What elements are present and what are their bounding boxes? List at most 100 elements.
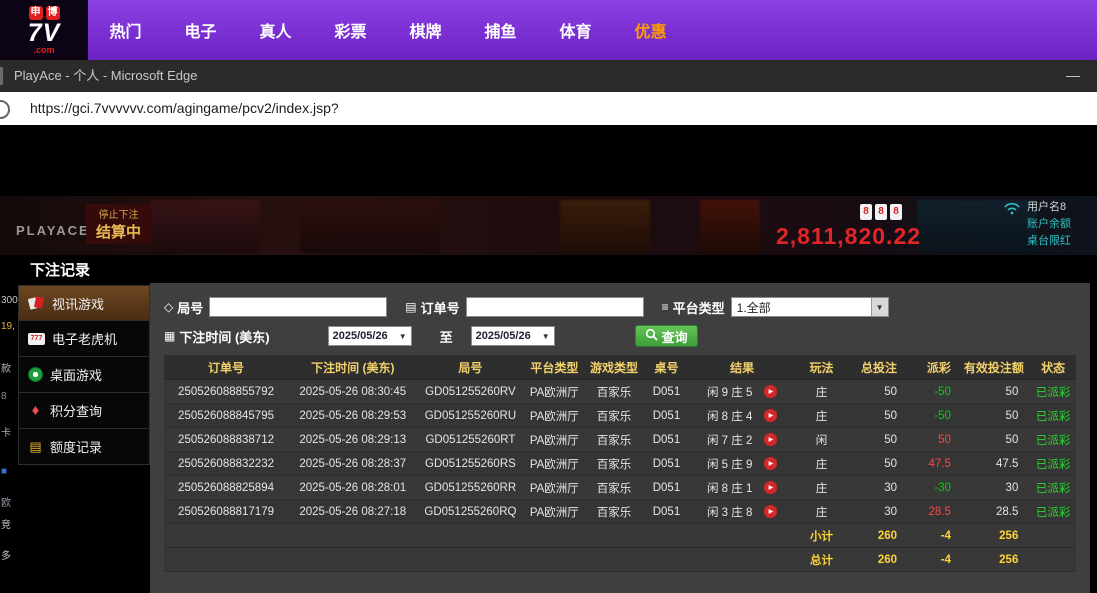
- result-text: 闲 9 庄 5: [707, 384, 752, 400]
- play-icon[interactable]: ▶: [764, 481, 777, 494]
- table-row[interactable]: 250526088845795 2025-05-26 08:29:53 GD05…: [164, 404, 1076, 428]
- platform-label: 平台类型: [673, 298, 725, 317]
- main-nav: 热门 电子 真人 彩票 棋牌 捕鱼 体育 优惠: [88, 0, 688, 60]
- window-edge-sliver: [0, 67, 3, 85]
- cell-play: 庄: [794, 476, 849, 500]
- minimize-button[interactable]: —: [1059, 60, 1087, 90]
- table-row[interactable]: 250526088817179 2025-05-26 08:27:18 GD05…: [164, 500, 1076, 524]
- cell-game: 百家乐: [585, 452, 642, 476]
- chevron-down-icon[interactable]: ▼: [871, 298, 888, 316]
- platform-select[interactable]: 1.全部 ▼: [731, 297, 889, 317]
- cell-play: 庄: [794, 452, 849, 476]
- table-row[interactable]: 250526088855792 2025-05-26 08:30:45 GD05…: [164, 380, 1076, 404]
- search-button[interactable]: 查询: [635, 325, 698, 347]
- nav-promo[interactable]: 优惠: [613, 18, 688, 42]
- nav-live[interactable]: 真人: [238, 18, 313, 42]
- chevron-down-icon: ▼: [542, 332, 550, 341]
- sidebar-item-video-games[interactable]: 视讯游戏: [18, 285, 150, 321]
- panel-title: 下注记录: [30, 259, 90, 280]
- cell-total: 30: [849, 476, 909, 500]
- card-icon: 8: [890, 204, 902, 220]
- to-label: 至: [440, 327, 453, 346]
- play-icon[interactable]: ▶: [764, 409, 777, 422]
- cards-888: 8 8 8: [860, 204, 902, 220]
- col-status: 状态: [1030, 355, 1076, 380]
- logo-brand: 7V: [28, 21, 61, 45]
- banner-art: [150, 200, 260, 253]
- date-to-value: 2025/05/26: [476, 330, 531, 342]
- cell-table: D051: [643, 452, 690, 476]
- subtotal-row: 小计 260 -4 256: [164, 524, 1076, 548]
- nav-cards[interactable]: 棋牌: [388, 18, 463, 42]
- subtotal-label: 小计: [794, 524, 849, 548]
- top-nav: 申 博 7V .com 热门 电子 真人 彩票 棋牌 捕鱼 体育 优惠: [0, 0, 1097, 60]
- address-bar[interactable]: https://gci.7vvvvvv.com/agingame/pcv2/in…: [0, 92, 1097, 125]
- cell-total: 50: [849, 452, 909, 476]
- nav-hot[interactable]: 热门: [88, 18, 163, 42]
- col-platform: 平台类型: [523, 355, 585, 380]
- cell-total: 50: [849, 404, 909, 428]
- sidebar-item-label: 额度记录: [50, 437, 102, 456]
- cell-play: 庄: [794, 380, 849, 404]
- nav-slots[interactable]: 电子: [163, 18, 238, 42]
- cell-game: 百家乐: [585, 380, 642, 404]
- table-limit-label: 桌台限红: [1027, 233, 1097, 250]
- round-input[interactable]: [209, 297, 387, 317]
- col-total: 总投注: [849, 355, 909, 380]
- sidebar-item-table-games[interactable]: 桌面游戏: [18, 357, 150, 393]
- platform-icon: ≡: [662, 300, 669, 314]
- table-row[interactable]: 250526088825894 2025-05-26 08:28:01 GD05…: [164, 476, 1076, 500]
- nav-lottery[interactable]: 彩票: [313, 18, 388, 42]
- play-icon[interactable]: ▶: [764, 505, 777, 518]
- play-icon[interactable]: ▶: [764, 457, 777, 470]
- col-game: 游戏类型: [585, 355, 642, 380]
- result-text: 闲 8 庄 1: [707, 480, 752, 496]
- platform-filter: ≡ 平台类型 1.全部 ▼: [662, 297, 889, 317]
- cell-payout: 50: [909, 428, 963, 452]
- play-icon[interactable]: ▶: [764, 385, 777, 398]
- order-input[interactable]: [466, 297, 644, 317]
- sidebar-item-quota[interactable]: ▤ 额度记录: [18, 429, 150, 465]
- cell-result: 闲 3 庄 8 ▶: [690, 500, 794, 524]
- col-result: 结果: [690, 355, 794, 380]
- order-filter: ▤ 订单号: [405, 297, 643, 317]
- cell-valid: 28.5: [963, 500, 1030, 524]
- cell-result: 闲 7 庄 2 ▶: [690, 428, 794, 452]
- sidebar-item-label: 积分查询: [50, 401, 102, 420]
- cell-play: 庄: [794, 500, 849, 524]
- play-icon[interactable]: ▶: [764, 433, 777, 446]
- cell-time: 2025-05-26 08:27:18: [288, 500, 418, 524]
- round-filter: ◇ 局号: [164, 297, 387, 317]
- date-from-select[interactable]: 2025/05/26 ▼: [328, 326, 412, 346]
- reload-icon[interactable]: [0, 100, 10, 119]
- table-row[interactable]: 250526088832232 2025-05-26 08:28:37 GD05…: [164, 452, 1076, 476]
- cell-round: GD051255260RR: [418, 476, 524, 500]
- cards-icon: [28, 296, 45, 311]
- bet-time-filter: ▦ 下注时间 (美东): [164, 327, 270, 346]
- screen: 申 博 7V .com 热门 电子 真人 彩票 棋牌 捕鱼 体育 优惠 Play…: [0, 0, 1097, 593]
- col-round: 局号: [418, 355, 524, 380]
- card-icon: 8: [875, 204, 887, 220]
- date-to-select[interactable]: 2025/05/26 ▼: [471, 326, 555, 346]
- banner-art: [560, 200, 650, 253]
- round-icon: ◇: [164, 300, 173, 314]
- table-row[interactable]: 250526088838712 2025-05-26 08:29:13 GD05…: [164, 428, 1076, 452]
- grandtotal-payout: -4: [909, 548, 963, 572]
- nav-fishing[interactable]: 捕鱼: [463, 18, 538, 42]
- cell-round: GD051255260RT: [418, 428, 524, 452]
- casino-banner: PLAYACE 停止下注 结算中 8 8 8 2,811,820.22 用户名8: [0, 196, 1097, 255]
- logo-badges: 申 博: [29, 6, 60, 20]
- cell-payout: -50: [909, 380, 963, 404]
- cell-platform: PA欧洲厅: [523, 404, 585, 428]
- banner-art: [300, 200, 440, 253]
- sidebar-item-slots[interactable]: 777 电子老虎机: [18, 321, 150, 357]
- grandtotal-total: 260: [849, 548, 909, 572]
- nav-sports[interactable]: 体育: [538, 18, 613, 42]
- sidebar-item-points[interactable]: ♦ 积分查询: [18, 393, 150, 429]
- url-text[interactable]: https://gci.7vvvvvv.com/agingame/pcv2/in…: [30, 92, 339, 125]
- site-logo[interactable]: 申 博 7V .com: [0, 0, 88, 60]
- search-button-label: 查询: [662, 327, 688, 346]
- cell-result: 闲 8 庄 4 ▶: [690, 404, 794, 428]
- order-label: 订单号: [421, 298, 460, 317]
- date-from-value: 2025/05/26: [333, 330, 388, 342]
